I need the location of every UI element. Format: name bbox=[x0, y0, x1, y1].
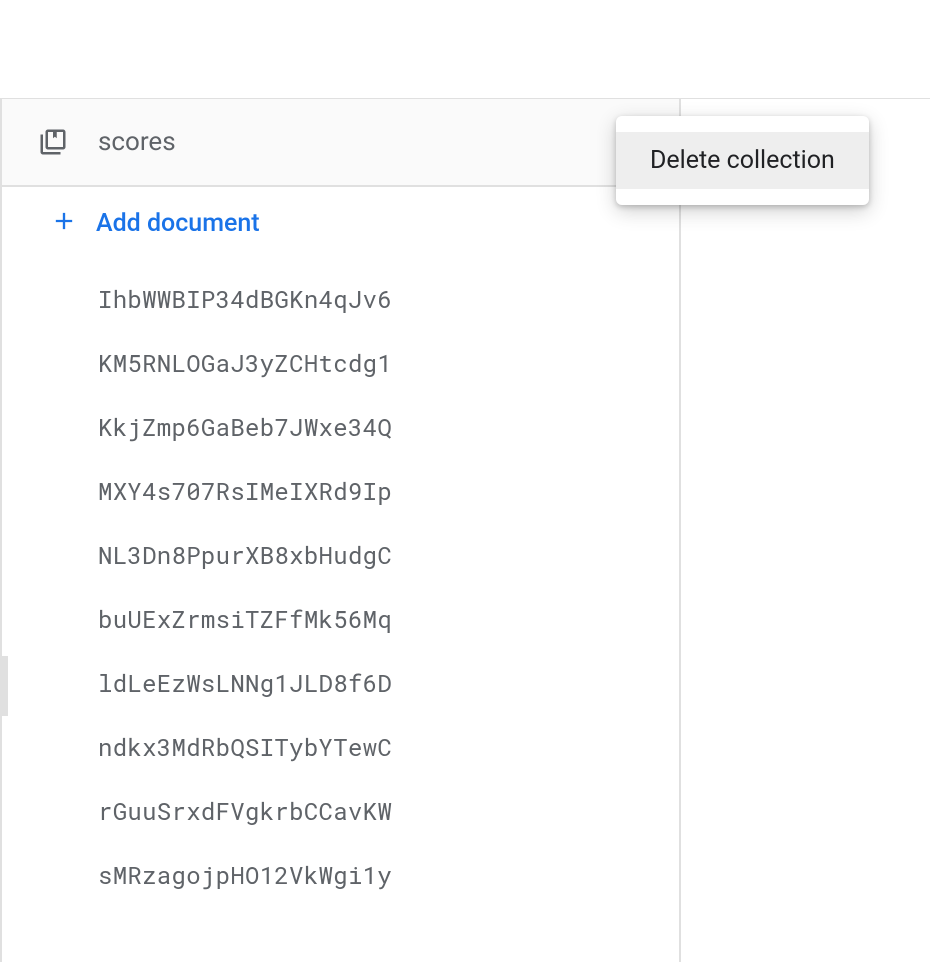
document-list: IhbWWBIP34dBGKn4qJv6 KM5RNLOGaJ3yZCHtcdg… bbox=[2, 259, 679, 962]
document-id: ndkx3MdRbQSITybYTewC bbox=[98, 731, 392, 763]
document-list-item[interactable]: KkjZmp6GaBeb7JWxe34Q bbox=[2, 395, 679, 459]
document-list-item[interactable]: sMRzagojpHO12VkWgi1y bbox=[2, 843, 679, 907]
document-list-item[interactable]: MXY4s707RsIMeIXRd9Ip bbox=[2, 459, 679, 523]
columns-container: scores Add document IhbWWBIP34dBGKn4qJv6 bbox=[0, 98, 930, 962]
document-id: NL3Dn8PpurXB8xbHudgC bbox=[98, 539, 392, 571]
top-spacer bbox=[0, 0, 930, 98]
collection-panel: scores Add document IhbWWBIP34dBGKn4qJv6 bbox=[0, 99, 681, 962]
document-list-item[interactable]: buUExZrmsiTZFfMk56Mq bbox=[2, 587, 679, 651]
document-list-item[interactable]: NL3Dn8PpurXB8xbHudgC bbox=[2, 523, 679, 587]
document-id: buUExZrmsiTZFfMk56Mq bbox=[98, 603, 392, 635]
document-list-item[interactable]: rGuuSrxdFVgkrbCCavKW bbox=[2, 779, 679, 843]
document-list-item[interactable]: ldLeEzWsLNNg1JLD8f6D bbox=[2, 651, 679, 715]
add-document-button[interactable]: Add document bbox=[2, 187, 679, 259]
document-list-item[interactable]: ndkx3MdRbQSITybYTewC bbox=[2, 715, 679, 779]
delete-collection-menu-item[interactable]: Delete collection bbox=[616, 132, 869, 189]
right-panel bbox=[681, 99, 930, 962]
document-id: ldLeEzWsLNNg1JLD8f6D bbox=[98, 667, 392, 699]
add-document-label: Add document bbox=[96, 209, 260, 238]
document-id: KkjZmp6GaBeb7JWxe34Q bbox=[98, 411, 392, 443]
document-id: KM5RNLOGaJ3yZCHtcdg1 bbox=[98, 347, 392, 379]
selection-indicator bbox=[0, 656, 8, 716]
context-menu: Delete collection bbox=[616, 116, 869, 205]
document-list-item[interactable]: KM5RNLOGaJ3yZCHtcdg1 bbox=[2, 331, 679, 395]
collection-icon bbox=[38, 127, 68, 157]
document-list-item[interactable]: IhbWWBIP34dBGKn4qJv6 bbox=[2, 267, 679, 331]
collection-name: scores bbox=[98, 127, 607, 157]
panel-header: scores bbox=[2, 99, 679, 187]
document-id: MXY4s707RsIMeIXRd9Ip bbox=[98, 475, 392, 507]
document-id: sMRzagojpHO12VkWgi1y bbox=[98, 859, 392, 891]
document-id: rGuuSrxdFVgkrbCCavKW bbox=[98, 795, 392, 827]
document-id: IhbWWBIP34dBGKn4qJv6 bbox=[98, 283, 392, 315]
plus-icon bbox=[50, 207, 96, 239]
